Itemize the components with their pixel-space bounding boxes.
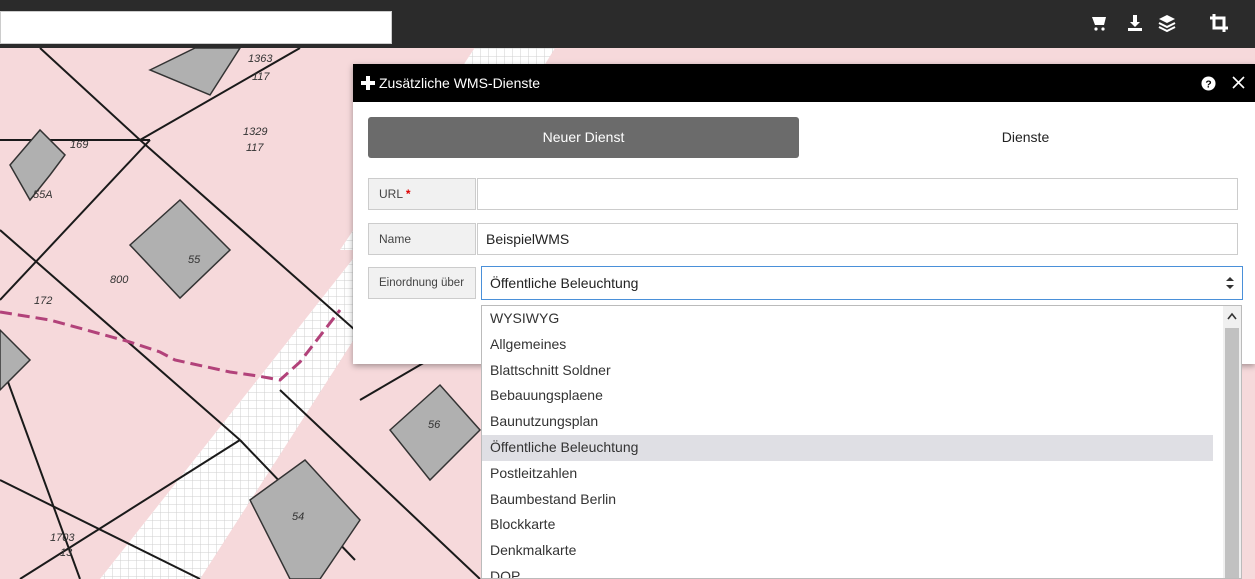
- svg-text:56: 56: [428, 419, 441, 431]
- svg-text:54: 54: [292, 511, 304, 523]
- svg-text:?: ?: [1205, 79, 1211, 90]
- layers-icon[interactable]: [1156, 12, 1178, 34]
- tab-new-service[interactable]: Neuer Dienst: [368, 117, 799, 158]
- dropdown-option[interactable]: Postleitzahlen: [482, 461, 1213, 487]
- dropdown-option[interactable]: Blockkarte: [482, 512, 1213, 538]
- dialog-title: Zusätzliche WMS-Dienste: [379, 75, 541, 91]
- category-dropdown-list[interactable]: WYSIWYG Allgemeines Blattschnitt Soldner Be…: [481, 305, 1242, 579]
- cart-icon[interactable]: [1089, 12, 1111, 34]
- svg-text:13: 13: [60, 547, 73, 559]
- scroll-up-icon[interactable]: [1227, 312, 1237, 320]
- dropdown-option[interactable]: WYSIWYG: [482, 306, 1213, 332]
- top-toolbar: [0, 0, 1255, 48]
- name-input[interactable]: [477, 223, 1238, 255]
- dropdown-option[interactable]: DOP: [482, 564, 1213, 578]
- dropdown-option[interactable]: Baunutzungsplan: [482, 409, 1213, 435]
- url-input[interactable]: [477, 178, 1238, 210]
- svg-text:800: 800: [110, 274, 129, 286]
- scroll-thumb[interactable]: [1225, 328, 1239, 578]
- url-label-text: URL: [379, 187, 403, 201]
- dropdown-option[interactable]: Bebauungsplaene: [482, 383, 1213, 409]
- select-arrows-icon: [1226, 277, 1234, 289]
- help-icon[interactable]: ?: [1201, 76, 1216, 91]
- category-label: Einordnung über: [368, 267, 476, 299]
- download-icon[interactable]: [1124, 12, 1146, 34]
- svg-text:1703: 1703: [50, 532, 75, 544]
- category-select[interactable]: Öffentliche Beleuchtung: [481, 266, 1243, 300]
- svg-text:55A: 55A: [33, 189, 53, 201]
- search-input[interactable]: [0, 11, 392, 44]
- tab-services[interactable]: Dienste: [815, 117, 1236, 158]
- svg-text:1329: 1329: [243, 126, 267, 138]
- dialog-header: Zusätzliche WMS-Dienste ?: [353, 64, 1255, 102]
- svg-text:117: 117: [246, 142, 264, 154]
- close-icon[interactable]: [1230, 74, 1247, 91]
- scrollbar[interactable]: [1223, 306, 1241, 578]
- svg-text:117: 117: [252, 71, 270, 83]
- crop-icon[interactable]: [1208, 12, 1230, 34]
- dropdown-option[interactable]: Allgemeines: [482, 332, 1213, 358]
- dropdown-option[interactable]: Öffentliche Beleuchtung: [482, 434, 1213, 461]
- dropdown-option[interactable]: Blattschnitt Soldner: [482, 358, 1213, 384]
- required-marker: *: [405, 187, 411, 201]
- svg-text:169: 169: [70, 139, 88, 151]
- category-select-value: Öffentliche Beleuchtung: [490, 275, 639, 291]
- dropdown-option[interactable]: Baumbestand Berlin: [482, 487, 1213, 513]
- svg-text:55: 55: [188, 254, 201, 266]
- svg-text:172: 172: [34, 295, 52, 307]
- url-label: URL *: [368, 178, 476, 210]
- svg-text:1363: 1363: [248, 53, 273, 65]
- dropdown-option[interactable]: Denkmalkarte: [482, 538, 1213, 564]
- plus-icon: [361, 76, 375, 90]
- name-label: Name: [368, 223, 476, 255]
